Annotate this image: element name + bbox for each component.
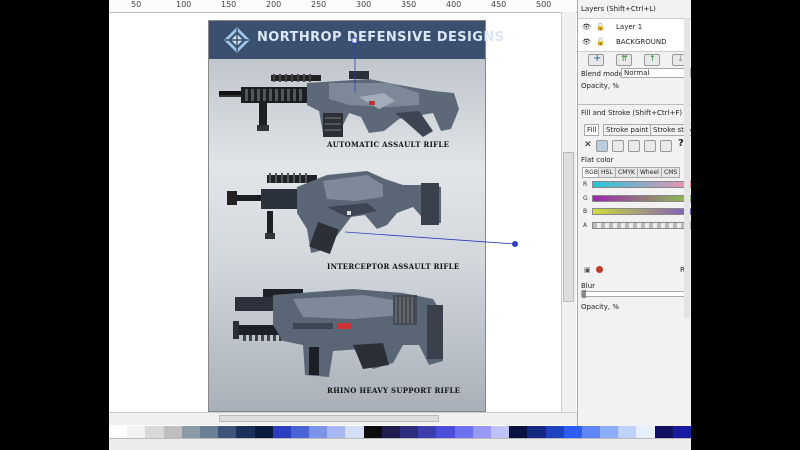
gradient-end-handle[interactable] <box>512 241 518 247</box>
horizontal-scrollbar-thumb[interactable] <box>219 415 439 422</box>
arrow-down-icon: ↓ <box>677 54 684 63</box>
plus-icon: + <box>593 53 602 64</box>
horizontal-scrollbar[interactable] <box>109 412 577 425</box>
blur-slider[interactable] <box>581 290 689 298</box>
channel-label: G <box>583 195 588 202</box>
tab-stroke-paint[interactable]: Stroke paint <box>603 124 652 136</box>
layer-name[interactable]: BACKGROUND <box>616 38 667 46</box>
pattern-button[interactable] <box>644 140 656 152</box>
inkscape-window: 50 100 150 200 250 300 350 400 450 500 N… <box>109 0 691 450</box>
opacity-label: Opacity, % <box>581 82 620 90</box>
color-managed-icon[interactable]: ▣ <box>584 266 591 274</box>
ruler-label: 350 <box>401 0 417 9</box>
linear-gradient-button[interactable] <box>612 140 624 152</box>
blur-label: Blur <box>581 282 596 290</box>
blend-mode-select[interactable]: Normal <box>621 68 691 78</box>
layer-up-button[interactable]: ↑ <box>644 54 660 66</box>
channel-label: R <box>583 181 588 188</box>
blend-mode-label: Blend mode: <box>581 70 626 78</box>
ruler-label: 50 <box>131 0 142 9</box>
unset-paint-icon[interactable]: ? <box>678 138 684 149</box>
panel-scrollbar[interactable] <box>684 18 690 318</box>
ruler-label: 300 <box>356 0 372 9</box>
status-bar <box>109 438 691 450</box>
no-paint-icon[interactable]: ✕ <box>584 140 592 150</box>
layer-name[interactable]: Layer 1 <box>616 23 642 31</box>
opacity-label: Opacity, % <box>581 303 620 311</box>
flat-color-button[interactable] <box>596 140 608 152</box>
tab-cms[interactable]: CMS <box>661 167 681 178</box>
vertical-scrollbar[interactable] <box>561 12 576 412</box>
ruler-label: 100 <box>176 0 192 9</box>
tab-fill[interactable]: Fill <box>584 124 600 136</box>
color-palette[interactable] <box>109 426 691 438</box>
arrow-top-icon: ⇈ <box>621 54 628 63</box>
fill-stroke-panel-title: Fill and Stroke (Shift+Ctrl+F) <box>581 109 683 117</box>
ruler-label: 200 <box>266 0 282 9</box>
blue-channel-slider[interactable] <box>592 208 691 215</box>
ruler-label: 450 <box>491 0 507 9</box>
ruler-label: 500 <box>536 0 552 9</box>
layers-list[interactable]: 👁 🔓 Layer 1 👁 🔓 BACKGROUND <box>578 18 691 52</box>
out-of-gamut-icon[interactable] <box>596 266 603 273</box>
ruler-label: 400 <box>446 0 462 9</box>
gradient-handle-overlay[interactable] <box>109 13 561 412</box>
arrow-up-icon: ↑ <box>649 54 656 63</box>
gradient-stop-handle[interactable] <box>351 37 358 44</box>
layers-panel-title: Layers (Shift+Ctrl+L) <box>581 5 656 13</box>
ruler-label: 150 <box>221 0 237 9</box>
tab-wheel[interactable]: Wheel <box>637 167 662 178</box>
flat-color-label: Flat color <box>581 156 614 164</box>
vertical-scrollbar-thumb[interactable] <box>563 152 574 302</box>
ruler-label: 250 <box>311 0 327 9</box>
horizontal-ruler[interactable]: 50 100 150 200 250 300 350 400 450 500 <box>109 0 577 13</box>
red-channel-slider[interactable] <box>592 181 691 188</box>
add-layer-button[interactable]: + <box>588 53 604 66</box>
channel-label: A <box>583 222 588 229</box>
blur-slider-handle[interactable] <box>582 290 586 298</box>
separator <box>578 104 691 105</box>
alpha-channel-slider[interactable] <box>592 222 691 229</box>
eye-icon[interactable]: 👁 <box>582 38 591 46</box>
tab-cmyk[interactable]: CMYK <box>615 167 638 178</box>
layer-top-button[interactable]: ⇈ <box>616 54 632 66</box>
eye-icon[interactable]: 👁 <box>582 23 591 31</box>
lock-icon[interactable]: 🔓 <box>596 38 605 46</box>
radial-gradient-button[interactable] <box>628 140 640 152</box>
dock-panel: Layers (Shift+Ctrl+L) 👁 🔓 Layer 1 👁 🔓 BA… <box>577 0 691 450</box>
lock-icon[interactable]: 🔓 <box>596 23 605 31</box>
swatch-button[interactable] <box>660 140 672 152</box>
channel-label: B <box>583 208 588 215</box>
tab-hsl[interactable]: HSL <box>598 167 616 178</box>
green-channel-slider[interactable] <box>592 195 691 202</box>
